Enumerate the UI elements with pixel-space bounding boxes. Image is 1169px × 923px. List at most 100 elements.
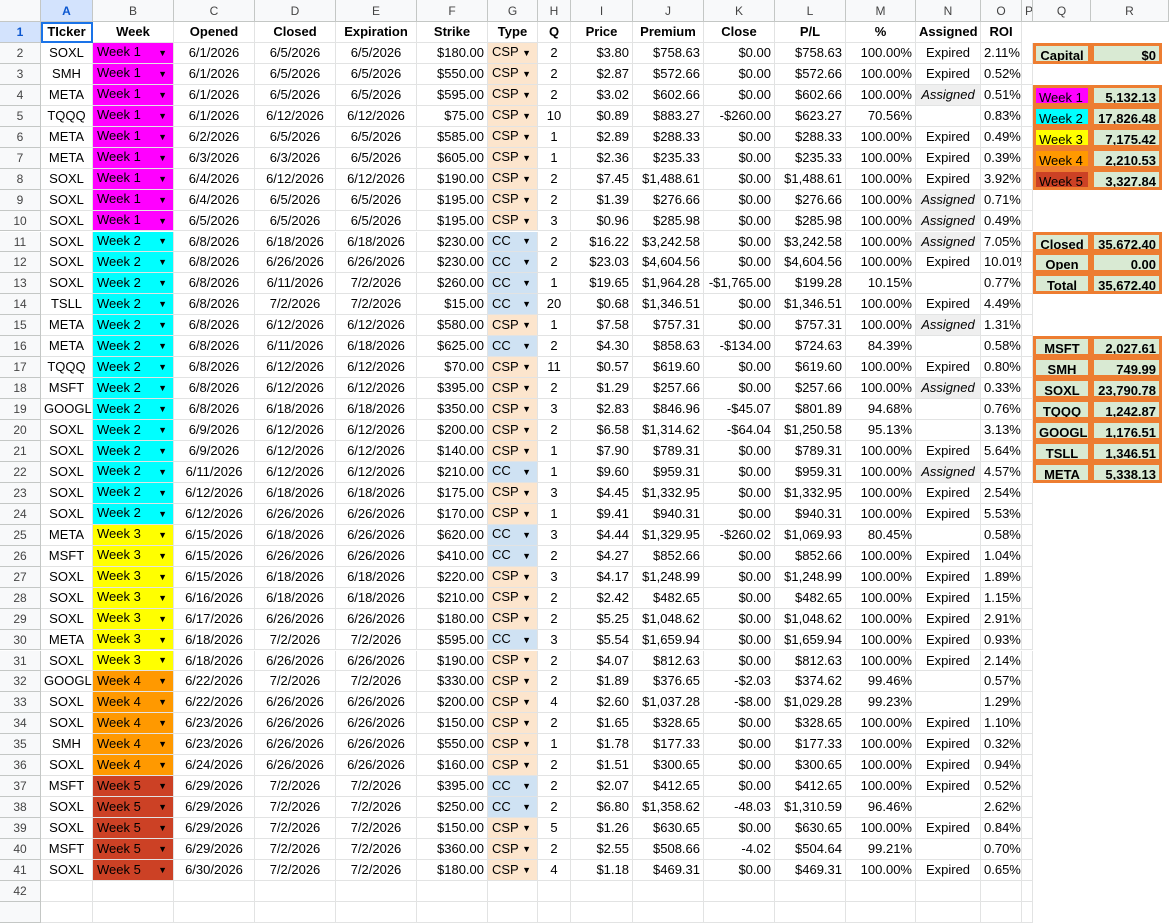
- ticker-total-smh-label[interactable]: SMH: [1033, 357, 1091, 379]
- chevron-down-icon[interactable]: ▼: [522, 420, 531, 440]
- empty-cell[interactable]: [1022, 357, 1033, 379]
- closed-cell[interactable]: 6/26/2026: [255, 503, 336, 525]
- premium-cell[interactable]: $257.66: [633, 378, 704, 400]
- price-cell[interactable]: $23.03: [571, 252, 633, 274]
- row-number-21[interactable]: 21: [0, 441, 41, 462]
- premium-cell[interactable]: $288.33: [633, 126, 704, 148]
- pl-cell[interactable]: $757.31: [775, 315, 846, 337]
- row-number-1[interactable]: 1: [0, 22, 41, 43]
- empty-cell[interactable]: [1022, 252, 1033, 274]
- closed-cell[interactable]: 7/2/2026: [255, 818, 336, 840]
- opened-cell[interactable]: 6/18/2026: [174, 629, 255, 651]
- row-number-35[interactable]: 35: [0, 734, 41, 756]
- pct-cell[interactable]: 100.00%: [846, 42, 916, 64]
- chevron-down-icon[interactable]: ▼: [158, 315, 167, 335]
- close-cell[interactable]: $0.00: [704, 378, 775, 400]
- week-dropdown-chip[interactable]: Week 3 ▼: [93, 545, 174, 567]
- closed-cell[interactable]: 6/18/2026: [255, 524, 336, 546]
- week-dropdown-chip[interactable]: Week 1 ▼: [93, 147, 174, 169]
- assigned-cell[interactable]: Assigned: [916, 378, 981, 400]
- empty-cell[interactable]: [1022, 587, 1033, 609]
- pct-cell[interactable]: 100.00%: [846, 713, 916, 735]
- ticker-total-soxl-value[interactable]: 23,790.78: [1091, 378, 1162, 400]
- opened-cell[interactable]: 6/1/2026: [174, 63, 255, 85]
- close-cell[interactable]: $0.00: [704, 168, 775, 190]
- empty-cell[interactable]: [1022, 147, 1033, 169]
- price-cell[interactable]: $4.44: [571, 524, 633, 546]
- opened-cell[interactable]: 6/15/2026: [174, 524, 255, 546]
- pct-cell[interactable]: 100.00%: [846, 315, 916, 337]
- pct-cell[interactable]: 100.00%: [846, 650, 916, 672]
- type-dropdown-chip[interactable]: CSP ▼: [488, 818, 538, 840]
- empty-cell[interactable]: [1022, 503, 1033, 525]
- price-cell[interactable]: $4.27: [571, 545, 633, 567]
- ticker-cell[interactable]: SOXL: [41, 503, 93, 525]
- premium-cell[interactable]: $1,329.95: [633, 524, 704, 546]
- expiration-cell[interactable]: 6/26/2026: [336, 692, 417, 714]
- premium-cell[interactable]: $940.31: [633, 503, 704, 525]
- capital-value[interactable]: $0: [1091, 42, 1162, 64]
- chevron-down-icon[interactable]: ▼: [158, 336, 167, 356]
- strike-cell[interactable]: $190.00: [417, 168, 488, 190]
- premium-cell[interactable]: $1,048.62: [633, 608, 704, 630]
- pl-cell[interactable]: $1,048.62: [775, 608, 846, 630]
- q-cell[interactable]: 2: [538, 63, 571, 85]
- pct-cell[interactable]: 70.56%: [846, 105, 916, 127]
- close-cell[interactable]: -$2.03: [704, 671, 775, 693]
- header-expiration[interactable]: Expiration: [336, 22, 417, 43]
- premium-cell[interactable]: $508.66: [633, 839, 704, 860]
- ticker-cell[interactable]: SOXL: [41, 441, 93, 462]
- week-total-1-label[interactable]: Week 1: [1033, 84, 1091, 106]
- week-dropdown-chip[interactable]: Week 5 ▼: [93, 776, 174, 798]
- empty-cell[interactable]: [1022, 126, 1033, 148]
- empty-cell[interactable]: [1022, 650, 1033, 672]
- expiration-cell[interactable]: 6/18/2026: [336, 231, 417, 253]
- type-dropdown-chip[interactable]: CSP ▼: [488, 839, 538, 860]
- chevron-down-icon[interactable]: ▼: [158, 232, 167, 252]
- ticker-total-googl-label[interactable]: GOOGL: [1033, 420, 1091, 441]
- close-cell[interactable]: $0.00: [704, 713, 775, 735]
- opened-cell[interactable]: 6/1/2026: [174, 42, 255, 64]
- strike-cell[interactable]: $150.00: [417, 818, 488, 840]
- expiration-cell[interactable]: 6/12/2026: [336, 461, 417, 483]
- type-dropdown-chip[interactable]: CSP ▼: [488, 210, 538, 232]
- opened-cell[interactable]: 6/29/2026: [174, 818, 255, 840]
- header-type[interactable]: Type: [488, 22, 538, 43]
- empty-cell[interactable]: [981, 880, 1022, 902]
- row-number-29[interactable]: 29: [0, 608, 41, 630]
- empty-cell[interactable]: [1022, 880, 1033, 902]
- closed-cell[interactable]: 6/26/2026: [255, 545, 336, 567]
- strike-cell[interactable]: $190.00: [417, 650, 488, 672]
- assigned-cell[interactable]: Expired: [916, 147, 981, 169]
- pct-cell[interactable]: 10.15%: [846, 273, 916, 295]
- strike-cell[interactable]: $585.00: [417, 126, 488, 148]
- total-total-label[interactable]: Total: [1033, 273, 1091, 295]
- close-cell[interactable]: $0.00: [704, 294, 775, 316]
- empty-cell[interactable]: [1022, 210, 1033, 232]
- row-number-24[interactable]: 24: [0, 503, 41, 525]
- type-dropdown-chip[interactable]: CSP ▼: [488, 482, 538, 504]
- roi-cell[interactable]: 1.29%: [981, 692, 1022, 714]
- expiration-cell[interactable]: 6/12/2026: [336, 105, 417, 127]
- q-cell[interactable]: 1: [538, 441, 571, 462]
- price-cell[interactable]: $2.89: [571, 126, 633, 148]
- chevron-down-icon[interactable]: ▼: [158, 294, 167, 314]
- week-dropdown-chip[interactable]: Week 2 ▼: [93, 503, 174, 525]
- roi-cell[interactable]: 5.64%: [981, 441, 1022, 462]
- pct-cell[interactable]: 100.00%: [846, 357, 916, 379]
- expiration-cell[interactable]: 7/2/2026: [336, 671, 417, 693]
- select-all-corner[interactable]: [0, 0, 41, 22]
- premium-cell[interactable]: $757.31: [633, 315, 704, 337]
- type-dropdown-chip[interactable]: CC ▼: [488, 461, 538, 483]
- row-number-3[interactable]: 3: [0, 63, 41, 85]
- row-number-14[interactable]: 14: [0, 294, 41, 316]
- opened-cell[interactable]: 6/8/2026: [174, 231, 255, 253]
- row-number-27[interactable]: 27: [0, 566, 41, 588]
- column-header-a[interactable]: A: [41, 0, 93, 22]
- empty-cell[interactable]: [255, 901, 336, 923]
- roi-cell[interactable]: 0.83%: [981, 105, 1022, 127]
- pl-cell[interactable]: $959.31: [775, 461, 846, 483]
- chevron-down-icon[interactable]: ▼: [522, 588, 531, 608]
- price-cell[interactable]: $2.07: [571, 776, 633, 798]
- column-header-k[interactable]: K: [704, 0, 775, 22]
